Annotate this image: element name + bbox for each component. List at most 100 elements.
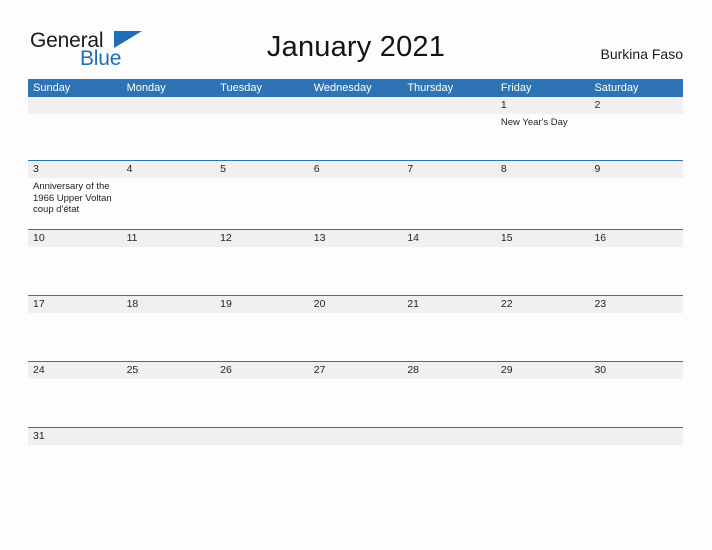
- country-label: Burkina Faso: [600, 46, 683, 62]
- week-date-number-band: 17 18 19 20 21 22 23: [28, 296, 683, 313]
- dow-saturday: Saturday: [594, 82, 639, 94]
- day-cell[interactable]: [309, 114, 403, 160]
- dow-tuesday: Tuesday: [220, 82, 262, 94]
- day-number[interactable]: 24: [28, 362, 122, 379]
- day-cell[interactable]: [589, 445, 683, 457]
- day-number[interactable]: [122, 428, 216, 445]
- day-cell[interactable]: [309, 313, 403, 361]
- day-cell[interactable]: [496, 247, 590, 295]
- day-number[interactable]: 29: [496, 362, 590, 379]
- day-cell[interactable]: [402, 247, 496, 295]
- day-number[interactable]: 11: [122, 230, 216, 247]
- day-number[interactable]: 20: [309, 296, 403, 313]
- day-number[interactable]: 14: [402, 230, 496, 247]
- day-cell[interactable]: Anniversary of the 1966 Upper Voltan cou…: [28, 178, 122, 229]
- week-date-number-band: 31: [28, 428, 683, 445]
- day-cell[interactable]: [309, 445, 403, 457]
- day-cell[interactable]: [496, 445, 590, 457]
- day-number[interactable]: [215, 97, 309, 114]
- calendar-week-row: 3 4 5 6 7 8 9 Anniversary of the 1966 Upper Vol…: [28, 160, 683, 229]
- day-cell[interactable]: [589, 247, 683, 295]
- day-cell[interactable]: [496, 178, 590, 229]
- day-number[interactable]: 23: [589, 296, 683, 313]
- week-event-band: [28, 313, 683, 361]
- day-number[interactable]: 4: [122, 161, 216, 178]
- day-cell[interactable]: [215, 247, 309, 295]
- day-cell[interactable]: [122, 247, 216, 295]
- day-number[interactable]: 9: [589, 161, 683, 178]
- day-cell[interactable]: [215, 114, 309, 160]
- day-number[interactable]: [28, 97, 122, 114]
- day-cell[interactable]: [496, 313, 590, 361]
- day-cell[interactable]: [28, 313, 122, 361]
- day-number[interactable]: 18: [122, 296, 216, 313]
- holiday-event-label: New Year's Day: [500, 117, 568, 128]
- day-cell[interactable]: New Year's Day: [496, 114, 590, 160]
- day-number[interactable]: 26: [215, 362, 309, 379]
- day-cell[interactable]: [309, 247, 403, 295]
- day-number[interactable]: 5: [215, 161, 309, 178]
- day-cell[interactable]: [589, 178, 683, 229]
- day-number[interactable]: 16: [589, 230, 683, 247]
- day-number[interactable]: 30: [589, 362, 683, 379]
- day-cell[interactable]: [215, 178, 309, 229]
- day-cell[interactable]: [402, 445, 496, 457]
- day-cell[interactable]: [28, 445, 122, 457]
- week-date-number-band: 3456789: [28, 161, 683, 178]
- day-number[interactable]: 3: [28, 161, 122, 178]
- day-cell[interactable]: [402, 114, 496, 160]
- day-number[interactable]: 6: [309, 161, 403, 178]
- calendar-grid: Sunday Monday Tuesday Wednesday Thursday…: [28, 79, 683, 457]
- day-cell[interactable]: [122, 114, 216, 160]
- day-cell[interactable]: [215, 379, 309, 427]
- day-cell[interactable]: [28, 379, 122, 427]
- day-cell[interactable]: [309, 178, 403, 229]
- day-number[interactable]: 31: [28, 428, 122, 445]
- day-number[interactable]: 21: [402, 296, 496, 313]
- calendar-weeks: 1 2 New Year's Day 3 4 5 6 7 8 9 Anniversary of th…: [28, 97, 683, 457]
- day-number[interactable]: 25: [122, 362, 216, 379]
- day-number[interactable]: 7: [402, 161, 496, 178]
- day-number[interactable]: [122, 97, 216, 114]
- day-cell[interactable]: [496, 379, 590, 427]
- day-number[interactable]: 2: [589, 97, 683, 114]
- day-cell[interactable]: [215, 313, 309, 361]
- day-cell[interactable]: [589, 313, 683, 361]
- day-number[interactable]: [215, 428, 309, 445]
- day-cell[interactable]: [122, 313, 216, 361]
- day-cell[interactable]: [215, 445, 309, 457]
- day-cell[interactable]: [402, 313, 496, 361]
- holiday-event-label: Anniversary of the 1966 Upper Voltan cou…: [33, 181, 112, 215]
- day-cell[interactable]: [589, 379, 683, 427]
- calendar-week-row: 1 2 New Year's Day: [28, 97, 683, 160]
- day-number[interactable]: [402, 428, 496, 445]
- day-number[interactable]: 27: [309, 362, 403, 379]
- day-number[interactable]: 19: [215, 296, 309, 313]
- calendar-page: General Blue January 2021 Burkina Faso S…: [0, 0, 712, 550]
- day-number[interactable]: [309, 97, 403, 114]
- day-number[interactable]: 10: [28, 230, 122, 247]
- day-number[interactable]: [496, 428, 590, 445]
- day-number[interactable]: [589, 428, 683, 445]
- week-event-band: New Year's Day: [28, 114, 683, 160]
- day-cell[interactable]: [589, 114, 683, 160]
- day-number[interactable]: 15: [496, 230, 590, 247]
- day-number[interactable]: 13: [309, 230, 403, 247]
- day-number[interactable]: 1: [496, 97, 590, 114]
- week-event-band: Anniversary of the 1966 Upper Voltan cou…: [28, 178, 683, 229]
- day-cell[interactable]: [28, 114, 122, 160]
- day-number[interactable]: 22: [496, 296, 590, 313]
- day-number[interactable]: 17: [28, 296, 122, 313]
- day-number[interactable]: [402, 97, 496, 114]
- day-number[interactable]: 28: [402, 362, 496, 379]
- day-cell[interactable]: [28, 247, 122, 295]
- day-cell[interactable]: [309, 379, 403, 427]
- day-cell[interactable]: [402, 379, 496, 427]
- day-cell[interactable]: [122, 379, 216, 427]
- day-number[interactable]: 12: [215, 230, 309, 247]
- day-cell[interactable]: [122, 445, 216, 457]
- day-number[interactable]: [309, 428, 403, 445]
- day-cell[interactable]: [122, 178, 216, 229]
- day-number[interactable]: 8: [496, 161, 590, 178]
- day-cell[interactable]: [402, 178, 496, 229]
